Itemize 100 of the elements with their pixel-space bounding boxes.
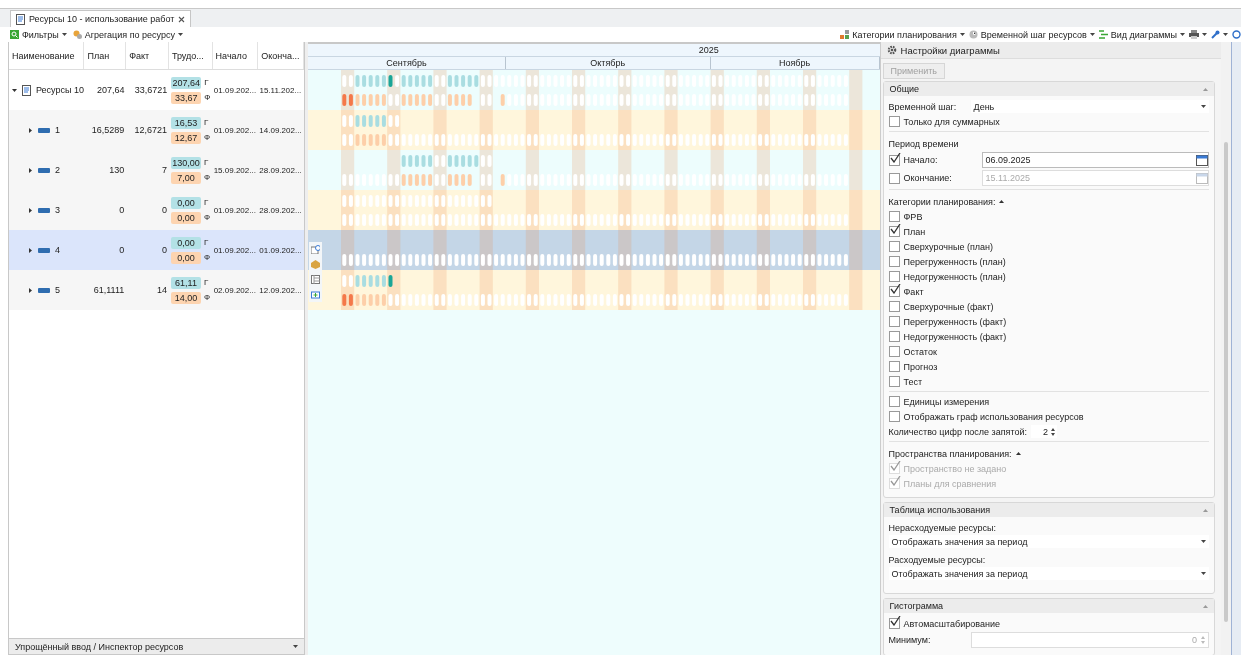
close-icon[interactable] — [178, 15, 186, 23]
category-icon — [840, 30, 850, 39]
checkbox[interactable] — [888, 286, 900, 297]
checkbox[interactable] — [888, 211, 900, 222]
spin-arrows-icon[interactable] — [1051, 427, 1056, 436]
circle-icon[interactable] — [1232, 30, 1241, 39]
table-cell-text: 28.09.202... — [258, 165, 303, 175]
expand-arrow-icon[interactable] — [28, 127, 33, 133]
column-header[interactable]: Начало — [212, 42, 259, 69]
expand-arrow-icon[interactable] — [28, 207, 33, 213]
number-field[interactable]: 2 — [1031, 425, 1058, 438]
scrollbar[interactable] — [1221, 42, 1232, 655]
table-row[interactable]: 5 61,1111 14 61,11 Г 14,00 Ф 02.09.202... 12.09.202... — [9, 270, 304, 310]
calendar-icon[interactable] — [1196, 154, 1209, 166]
value-badge: 14,00 — [171, 291, 201, 304]
checkmark-icon — [889, 461, 901, 471]
category-letter: Г — [204, 78, 209, 87]
column-header[interactable]: Факт — [126, 42, 169, 69]
collapse-icon[interactable] — [1015, 452, 1021, 455]
caret-icon — [61, 33, 67, 36]
checkbox[interactable] — [888, 411, 900, 422]
category-letter: Ф — [204, 253, 211, 262]
group-title: Общие — [889, 84, 920, 94]
column-header[interactable]: План — [84, 42, 127, 69]
dropdown[interactable]: Отображать значения за период — [888, 535, 1210, 548]
tools-button[interactable] — [1211, 30, 1228, 39]
checkbox[interactable] — [888, 316, 900, 327]
table-cell-text: 0 — [118, 205, 126, 215]
checkbox[interactable] — [888, 361, 900, 372]
dropdown[interactable]: День — [970, 100, 1210, 113]
group-heading: Пространства планирования: — [888, 448, 1012, 459]
checkbox-label: Пространство не задано — [903, 463, 1007, 474]
caret-icon — [293, 645, 298, 648]
lines-icon — [1098, 30, 1108, 39]
document-tab[interactable]: Ресурсы 10 - использование работ — [10, 10, 192, 27]
column-header[interactable]: Трудо... — [168, 42, 213, 69]
clock-icon — [968, 30, 978, 39]
add-row-icon[interactable] — [311, 290, 320, 299]
checkbox[interactable] — [888, 172, 900, 184]
splitter-handle[interactable] — [305, 42, 308, 655]
value-badge: 130,00 — [171, 156, 201, 169]
checkbox[interactable] — [888, 116, 900, 127]
checkbox[interactable] — [888, 331, 900, 342]
date-field[interactable]: 06.09.2025 — [981, 152, 1210, 168]
caret-icon — [1201, 572, 1207, 575]
toolbar-button[interactable]: Временной шаг ресурсов — [968, 29, 1095, 40]
checkbox[interactable] — [888, 346, 900, 357]
checkbox[interactable] — [888, 271, 900, 282]
dropdown[interactable]: Отображать значения за период — [888, 567, 1210, 580]
toolbar-button[interactable]: Категории планирования — [840, 29, 965, 40]
checkbox[interactable] — [888, 618, 900, 629]
column-header[interactable]: Наименование — [9, 42, 85, 69]
resource-name: 4 — [55, 245, 60, 255]
category-letter: Г — [204, 198, 209, 207]
bottom-panel-bar[interactable]: Упрощённый ввод / Инспектор ресурсов — [9, 638, 304, 654]
collapse-arrow-icon[interactable] — [12, 87, 17, 93]
table-cell-text: 61,1111 — [92, 285, 126, 295]
scroll-thumb[interactable] — [1224, 142, 1229, 622]
expand-arrow-icon[interactable] — [28, 247, 33, 253]
toolbar-button[interactable]: Вид диаграммы — [1098, 29, 1185, 40]
print-button[interactable] — [1189, 30, 1207, 39]
checkbox[interactable] — [888, 301, 900, 312]
checkmark-icon — [889, 152, 901, 163]
table-row[interactable]: 1 16,5289 12,6721 16,53 Г 12,67 Ф 01.09.202... 14.09.202... — [9, 110, 304, 150]
caret-icon — [1201, 540, 1207, 543]
checkbox-label: Планы для сравнения — [903, 478, 997, 489]
caret-icon — [1223, 33, 1228, 36]
value-badge: 61,11 — [171, 276, 201, 289]
table-cell-text: 14.09.202... — [258, 125, 303, 135]
checkbox[interactable] — [888, 396, 900, 407]
checkbox-label: Окончание: — [903, 173, 953, 183]
caret-icon — [1180, 33, 1185, 36]
month-header: Ноябрь — [710, 57, 880, 69]
checkbox-label: Сверхурочные (план) — [903, 241, 994, 252]
table-cell-text: 0 — [160, 205, 168, 215]
checkbox[interactable] — [888, 256, 900, 267]
value-badge: 33,67 — [171, 91, 202, 104]
checkbox[interactable] — [888, 376, 900, 387]
settings-icon — [886, 45, 897, 55]
table-row[interactable]: 2 130 7 130,00 Г 7,00 Ф 15.09.202... 28.09.202... — [9, 150, 304, 190]
chart-row[interactable] — [308, 230, 880, 270]
calendar-clock-icon[interactable] — [311, 245, 320, 254]
expand-arrow-icon[interactable] — [28, 167, 33, 173]
checkbox-label: Факт — [903, 286, 924, 297]
table-icon[interactable] — [311, 275, 320, 284]
checkbox-label: План — [903, 226, 926, 237]
table-cell-text: 01.09.202... — [212, 125, 257, 135]
checkbox[interactable] — [888, 241, 900, 252]
table-row[interactable]: 3 0 0 0,00 Г 0,00 Ф 01.09.202... 28.09.202... — [9, 190, 304, 230]
expand-arrow-icon[interactable] — [28, 287, 33, 293]
checkbox[interactable] — [888, 226, 900, 237]
toolbar-button[interactable]: Фильтры — [10, 29, 67, 40]
toolbar-button[interactable]: Агрегация по ресурсу — [72, 29, 183, 40]
collapse-icon[interactable] — [999, 200, 1005, 203]
table-row[interactable]: 4 0 0 0,00 Г 0,00 Ф 01.09.202... 01.09.202... — [9, 230, 304, 270]
value-badge: 16,53 — [171, 116, 201, 129]
resource-name: 3 — [55, 205, 60, 215]
column-header[interactable]: Оконча... — [258, 42, 304, 69]
table-cell-text: 15.11.202... — [258, 85, 303, 95]
checkbox[interactable] — [888, 154, 900, 166]
